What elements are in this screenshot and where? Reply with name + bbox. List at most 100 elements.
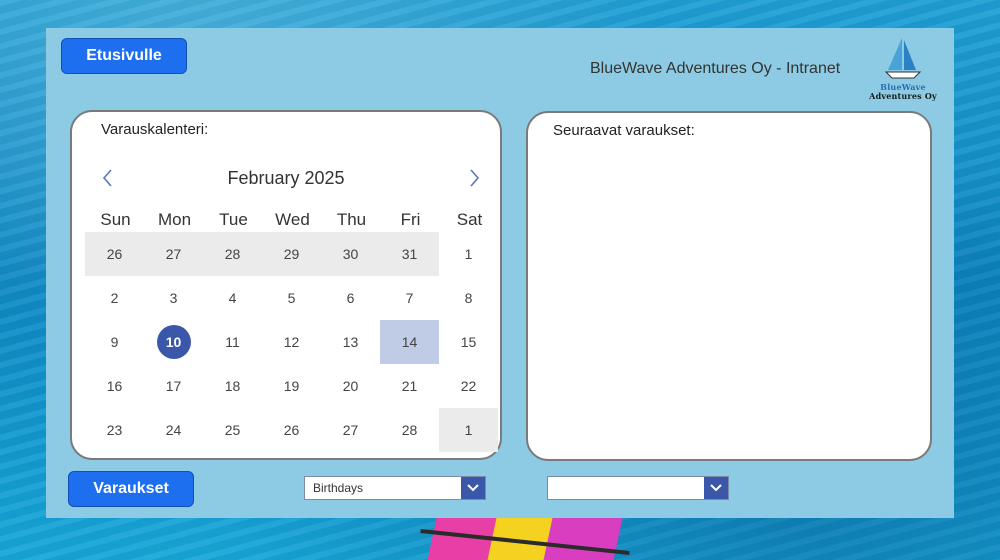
reservations-label: Seuraavat varaukset: <box>553 122 695 139</box>
calendar-day[interactable]: 10 <box>144 320 203 364</box>
weekday-label: Mon <box>157 210 192 229</box>
calendar-day-number: 30 <box>342 246 359 262</box>
calendar-day[interactable]: 28 <box>380 408 439 452</box>
calendar-day[interactable]: 23 <box>85 408 144 452</box>
weekday-label: Sat <box>456 210 483 229</box>
chevron-right-icon <box>470 169 480 187</box>
calendar-day[interactable]: 12 <box>262 320 321 364</box>
calendar-day-number: 26 <box>106 246 123 262</box>
weekday-label: Thu <box>336 210 367 229</box>
calendar-day-number: 1 <box>464 422 473 438</box>
calendar-day[interactable]: 14 <box>380 320 439 364</box>
calendar-day[interactable]: 22 <box>439 364 498 408</box>
month-title: February 2025 <box>227 168 345 188</box>
calendar-day[interactable]: 4 <box>203 276 262 320</box>
calendar-day[interactable]: 16 <box>85 364 144 408</box>
calendar-day-number: 24 <box>165 422 182 438</box>
calendar-day-number: 29 <box>283 246 300 262</box>
calendar-day[interactable]: 5 <box>262 276 321 320</box>
calendar-day[interactable]: 1 <box>439 408 498 452</box>
weekday-header: Sun Mon Tue Wed Thu Fri Sat <box>86 210 500 232</box>
calendar-day[interactable]: 26 <box>85 232 144 276</box>
calendar-day[interactable]: 1 <box>439 232 498 276</box>
booking-calendar-panel: Varauskalenteri: February 2025 Sun Mon Tue… <box>70 110 502 460</box>
calendar-day-number: 21 <box>401 378 418 394</box>
calendar-day-number: 9 <box>110 334 119 350</box>
calendar-day-number: 10 <box>156 325 191 359</box>
calendar-day-number: 27 <box>165 246 182 262</box>
calendar-day[interactable]: 24 <box>144 408 203 452</box>
calendar-day-number: 17 <box>165 378 182 394</box>
category-dropdown-toggle[interactable] <box>461 477 485 499</box>
calendar-day-number: 28 <box>224 246 241 262</box>
calendar-day[interactable]: 11 <box>203 320 262 364</box>
calendar-day-number: 27 <box>342 422 359 438</box>
calendar-day[interactable]: 7 <box>380 276 439 320</box>
calendar-day[interactable]: 15 <box>439 320 498 364</box>
calendar-day-number: 15 <box>460 334 477 350</box>
company-logo: BlueWave Adventures Oy <box>866 36 940 102</box>
calendar-day[interactable]: 27 <box>321 408 380 452</box>
reservations-button[interactable]: Varaukset <box>68 471 194 507</box>
weekday-label: Fri <box>400 210 421 229</box>
next-month-button[interactable] <box>462 166 486 190</box>
calendar-day-number: 5 <box>287 290 296 306</box>
calendar-day-number: 6 <box>346 290 355 306</box>
calendar-day[interactable]: 3 <box>144 276 203 320</box>
calendar-day[interactable]: 27 <box>144 232 203 276</box>
calendar-day-number: 31 <box>401 246 418 262</box>
calendar-day[interactable]: 28 <box>203 232 262 276</box>
chevron-down-icon <box>467 484 479 492</box>
calendar-day[interactable]: 26 <box>262 408 321 452</box>
calendar-day-number: 19 <box>283 378 300 394</box>
windsurf-sail-image <box>420 518 630 560</box>
weekday-label: Sun <box>100 210 131 229</box>
weekday-label: Tue <box>219 210 248 229</box>
calendar-day-number: 26 <box>283 422 300 438</box>
calendar-day-number: 23 <box>106 422 123 438</box>
calendar-day-number: 4 <box>228 290 237 306</box>
second-dropdown-toggle[interactable] <box>704 477 728 499</box>
calendar-day-number: 14 <box>401 334 418 350</box>
calendar-day[interactable]: 31 <box>380 232 439 276</box>
category-dropdown[interactable]: Birthdays <box>304 476 486 500</box>
calendar-day-number: 22 <box>460 378 477 394</box>
calendar-day-number: 1 <box>464 246 473 262</box>
calendar-day-number: 3 <box>169 290 178 306</box>
calendar-day-number: 16 <box>106 378 123 394</box>
app-title: BlueWave Adventures Oy - Intranet <box>590 60 841 77</box>
calendar-day-number: 8 <box>464 290 473 306</box>
month-navigation: February 2025 <box>72 164 500 194</box>
calendar-day[interactable]: 20 <box>321 364 380 408</box>
calendar-day-number: 13 <box>342 334 359 350</box>
category-dropdown-value: Birthdays <box>313 481 364 495</box>
calendar-day[interactable]: 8 <box>439 276 498 320</box>
calendar-day[interactable]: 21 <box>380 364 439 408</box>
calendar-day-number: 11 <box>225 334 240 350</box>
calendar-day[interactable]: 19 <box>262 364 321 408</box>
weekday-label: Wed <box>275 210 310 229</box>
calendar-day[interactable]: 2 <box>85 276 144 320</box>
calendar-day-number: 20 <box>342 378 359 394</box>
calendar-day-number: 25 <box>224 422 241 438</box>
calendar-day[interactable]: 9 <box>85 320 144 364</box>
intranet-app: Etusivulle BlueWave Adventures Oy - Intr… <box>46 28 954 518</box>
calendar-day-number: 2 <box>110 290 119 306</box>
calendar-day[interactable]: 6 <box>321 276 380 320</box>
calendar-day[interactable]: 25 <box>203 408 262 452</box>
calendar-day[interactable]: 13 <box>321 320 380 364</box>
calendar-day-number: 18 <box>224 378 241 394</box>
calendar-day-number: 7 <box>405 290 414 306</box>
calendar-day[interactable]: 18 <box>203 364 262 408</box>
logo-text-line2: Adventures Oy <box>869 91 937 101</box>
calendar-day[interactable]: 30 <box>321 232 380 276</box>
calendar-day[interactable]: 29 <box>262 232 321 276</box>
chevron-down-icon <box>710 484 722 492</box>
calendar-label: Varauskalenteri: <box>101 121 209 138</box>
calendar-day-number: 12 <box>283 334 300 350</box>
second-dropdown[interactable] <box>547 476 729 500</box>
calendar-day[interactable]: 17 <box>144 364 203 408</box>
upcoming-reservations-panel: Seuraavat varaukset: <box>526 111 932 461</box>
calendar-day-number: 28 <box>401 422 418 438</box>
home-button[interactable]: Etusivulle <box>61 38 187 74</box>
